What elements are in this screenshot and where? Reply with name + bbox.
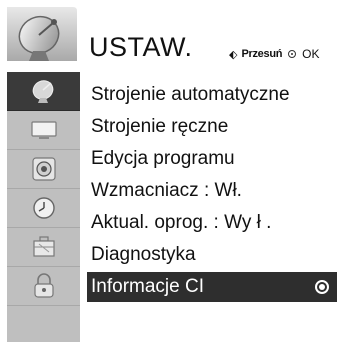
move-arrows-icon: ⬖ <box>229 47 238 61</box>
menu-item-booster[interactable]: Wzmacniacz : Wł. <box>87 176 337 206</box>
menu-item-software-update[interactable]: Aktual. oprog. : Wy ł . <box>87 208 337 238</box>
menu-item-diagnostics[interactable]: Diagnostyka <box>87 240 337 270</box>
satellite-dish-icon <box>3 3 79 65</box>
menu-item-label: Strojenie ręczne <box>91 116 229 137</box>
menu-item-ci-information[interactable]: Informacje CI <box>87 272 337 302</box>
sidebar-item-option[interactable] <box>7 228 80 267</box>
sidebar-item-audio[interactable] <box>7 150 80 189</box>
menu-item-auto-tuning[interactable]: Strojenie automatyczne <box>87 80 337 110</box>
satellite-dish-icon <box>32 80 53 103</box>
toolbox-icon <box>32 236 55 257</box>
ok-button-icon <box>288 50 297 58</box>
category-sidebar <box>7 72 80 342</box>
selected-radio-icon <box>315 280 329 294</box>
lock-icon <box>33 273 54 298</box>
clock-icon <box>32 197 55 219</box>
monitor-icon <box>30 121 57 139</box>
hint-move-label: Przesuń <box>241 48 283 60</box>
hint-ok-label: OK <box>302 47 320 61</box>
menu-item-label: Wzmacniacz : Wł. <box>91 180 242 201</box>
menu-item-label: Strojenie automatyczne <box>91 84 290 105</box>
menu-item-label: Diagnostyka <box>91 244 196 265</box>
menu-item-manual-tuning[interactable]: Strojenie ręczne <box>87 112 337 142</box>
nav-hint: ⬖ Przesuń OK <box>229 47 320 61</box>
menu-item-programme-edit[interactable]: Edycja programu <box>87 144 337 174</box>
page-title: USTAW. <box>89 32 193 62</box>
sidebar-item-lock[interactable] <box>7 267 80 306</box>
sidebar-item-setup[interactable] <box>7 72 80 111</box>
sidebar-item-picture[interactable] <box>7 111 80 150</box>
menu-item-label: Informacje CI <box>91 276 204 297</box>
menu-item-label: Aktual. oprog. : Wy ł . <box>91 212 272 233</box>
sidebar-item-time[interactable] <box>7 189 80 228</box>
speaker-icon <box>31 157 56 181</box>
menu-item-label: Edycja programu <box>91 148 235 169</box>
